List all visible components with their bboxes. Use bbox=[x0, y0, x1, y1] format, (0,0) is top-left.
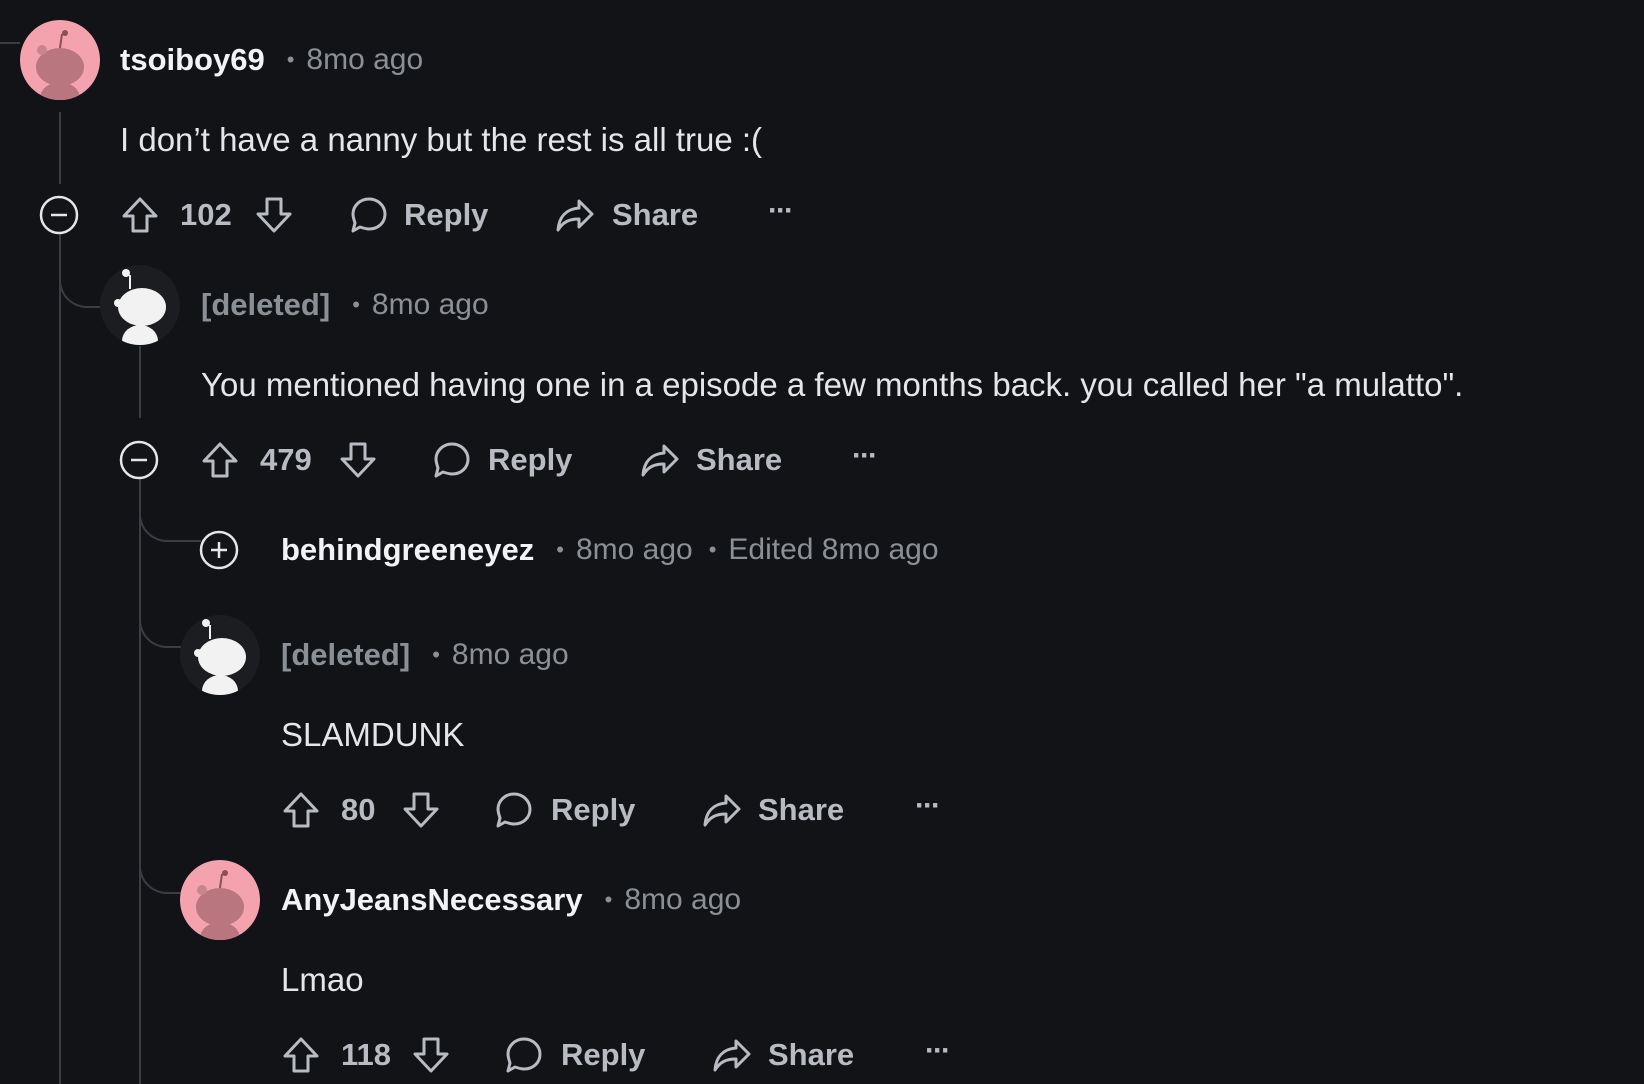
share-button[interactable]: Share bbox=[612, 197, 698, 233]
avatar[interactable] bbox=[180, 615, 260, 695]
separator-dot: • bbox=[286, 47, 295, 72]
comment-header: behindgreeneyez • 8mo ago • Edited 8mo a… bbox=[281, 530, 939, 570]
separator-dot: • bbox=[432, 642, 440, 667]
timestamp[interactable]: 8mo ago bbox=[576, 533, 693, 567]
action-row: 118 Reply Share ··· bbox=[281, 1030, 981, 1080]
vote-score: 479 bbox=[260, 442, 312, 477]
comment-bubble-icon[interactable] bbox=[504, 1035, 544, 1075]
downvote-icon[interactable] bbox=[401, 790, 441, 830]
comment-bubble-icon[interactable] bbox=[349, 195, 389, 235]
avatar[interactable] bbox=[20, 20, 100, 100]
comment-body: Lmao bbox=[281, 961, 364, 998]
username: [deleted] bbox=[201, 287, 331, 322]
comment-body: SLAMDUNK bbox=[281, 716, 465, 753]
username[interactable]: tsoiboy69 bbox=[120, 42, 265, 78]
comment-bubble-icon[interactable] bbox=[494, 790, 534, 830]
username: [deleted] bbox=[281, 637, 411, 672]
pink-snoo-icon bbox=[180, 860, 260, 940]
timestamp[interactable]: 8mo ago bbox=[624, 883, 741, 917]
minus-circle-icon bbox=[39, 195, 79, 235]
connector-to-anyjeans bbox=[139, 646, 181, 894]
comment-header: tsoiboy69 • 8mo ago bbox=[120, 40, 423, 80]
separator-dot: • bbox=[352, 292, 360, 317]
more-options-icon[interactable]: ··· bbox=[768, 194, 794, 228]
vote-score: 102 bbox=[180, 197, 232, 232]
comment-header: [deleted] • 8mo ago bbox=[201, 285, 489, 325]
expand-button[interactable] bbox=[199, 530, 239, 570]
thread-line-level-1[interactable] bbox=[59, 234, 61, 1084]
share-arrow-icon[interactable] bbox=[712, 1035, 752, 1075]
downvote-icon[interactable] bbox=[338, 440, 378, 480]
username[interactable]: behindgreeneyez bbox=[281, 532, 534, 568]
share-arrow-icon[interactable] bbox=[702, 790, 742, 830]
connector-to-behindgreeneyez bbox=[139, 474, 201, 542]
share-button[interactable]: Share bbox=[696, 442, 782, 478]
reply-button[interactable]: Reply bbox=[551, 792, 635, 828]
minus-circle-icon bbox=[119, 440, 159, 480]
timestamp[interactable]: 8mo ago bbox=[372, 288, 489, 322]
more-options-icon[interactable]: ··· bbox=[852, 439, 878, 473]
parent-connector bbox=[0, 42, 20, 44]
plus-circle-icon bbox=[199, 530, 239, 570]
dark-snoo-icon bbox=[180, 615, 260, 695]
avatar[interactable] bbox=[100, 265, 180, 345]
comment-header: AnyJeansNecessary • 8mo ago bbox=[281, 880, 741, 920]
separator-dot: • bbox=[604, 887, 613, 912]
share-arrow-icon[interactable] bbox=[640, 440, 680, 480]
timestamp[interactable]: 8mo ago bbox=[452, 638, 569, 672]
thread-line-level-2[interactable] bbox=[139, 346, 141, 418]
edited-label: Edited 8mo ago bbox=[728, 533, 939, 566]
reply-button[interactable]: Reply bbox=[404, 197, 488, 233]
upvote-icon[interactable] bbox=[200, 440, 240, 480]
upvote-icon[interactable] bbox=[281, 790, 321, 830]
connector-to-deleted-1 bbox=[59, 232, 101, 308]
more-options-icon[interactable]: ··· bbox=[915, 789, 941, 823]
reply-button[interactable]: Reply bbox=[561, 1037, 645, 1073]
thread-line-level-1[interactable] bbox=[59, 112, 61, 184]
more-options-icon[interactable]: ··· bbox=[925, 1034, 951, 1068]
avatar[interactable] bbox=[180, 860, 260, 940]
share-button[interactable]: Share bbox=[758, 792, 844, 828]
comment-body: You mentioned having one in a episode a … bbox=[201, 366, 1464, 403]
timestamp[interactable]: 8mo ago bbox=[306, 43, 423, 77]
comment-body: I don’t have a nanny but the rest is all… bbox=[120, 121, 763, 158]
share-button[interactable]: Share bbox=[768, 1037, 854, 1073]
reply-button[interactable]: Reply bbox=[488, 442, 572, 478]
vote-score: 118 bbox=[341, 1037, 392, 1072]
downvote-icon[interactable] bbox=[254, 195, 294, 235]
action-row: 80 Reply Share ··· bbox=[281, 785, 981, 835]
separator-dot: • bbox=[708, 537, 717, 562]
share-arrow-icon[interactable] bbox=[555, 195, 595, 235]
action-row: 102 Reply Share ··· bbox=[120, 190, 820, 240]
collapse-button[interactable] bbox=[119, 440, 159, 480]
pink-snoo-icon bbox=[20, 20, 100, 100]
upvote-icon[interactable] bbox=[281, 1035, 321, 1075]
comment-thread: tsoiboy69 • 8mo ago I don’t have a nanny… bbox=[0, 0, 1644, 1084]
comment-header: [deleted] • 8mo ago bbox=[281, 635, 569, 675]
collapse-button[interactable] bbox=[39, 195, 79, 235]
upvote-icon[interactable] bbox=[120, 195, 160, 235]
connector-to-deleted-2 bbox=[139, 540, 181, 648]
dark-snoo-icon bbox=[100, 265, 180, 345]
action-row: 479 Reply Share ··· bbox=[200, 435, 900, 485]
downvote-icon[interactable] bbox=[411, 1035, 451, 1075]
username[interactable]: AnyJeansNecessary bbox=[281, 882, 583, 918]
vote-score: 80 bbox=[341, 792, 376, 827]
comment-bubble-icon[interactable] bbox=[432, 440, 472, 480]
separator-dot: • bbox=[556, 537, 564, 562]
